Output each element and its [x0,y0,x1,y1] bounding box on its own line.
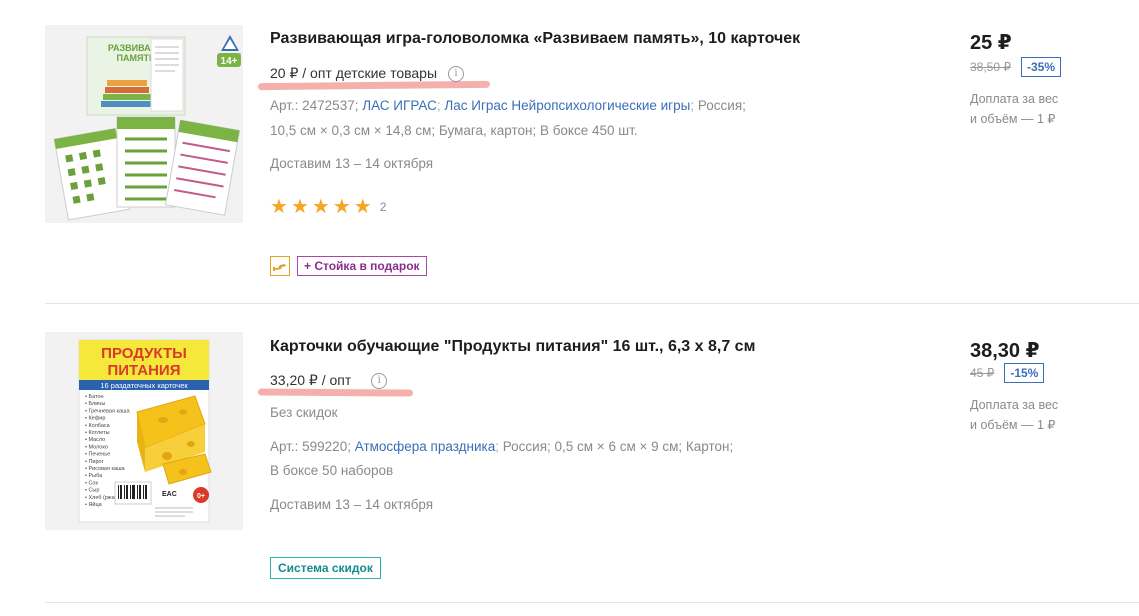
image-title-line2: ПАМЯТЬ [117,53,156,63]
discount-badge: -35% [1021,57,1062,77]
review-count: 2 [379,200,387,214]
surcharge-line2: и объём — 1 ₽ [970,418,1056,432]
divider [45,602,1139,603]
brand-link[interactable]: ЛАС ИГРАС [362,98,437,113]
product-specs: 10,5 см × 0,3 см × 14,8 см; Бумага, карт… [270,123,638,138]
image-list-item: • Пирог [85,459,104,465]
image-list-item: • Батон [85,394,104,400]
image-list-item: • Колбаса [85,423,111,429]
info-icon[interactable]: i [448,65,465,82]
discount-system-badge[interactable]: Система скидок [270,557,381,579]
wholesale-price-row: 33,20 ₽ / опт i [270,372,388,389]
wholesale-price: 33,20 ₽ / опт [270,372,352,388]
price: 38,30 ₽ [970,340,1040,362]
product-title-link[interactable]: Развивающая игра-головоломка «Развиваем … [270,30,800,48]
article-number: Арт.: 599220; [270,439,351,454]
gift-stand-badge[interactable]: + Стойка в подарок [297,256,427,276]
surcharge-note: Доплата за вес и объём — 1 ₽ [970,395,1058,435]
product-image-art: ПРОДУКТЫ ПИТАНИЯ 16 раздаточных карточек… [45,332,243,530]
image-list-item: • Кефир [85,416,105,422]
star-icon: ★ [311,196,330,218]
wholesale-price: 20 ₽ / опт детские товары [270,65,438,81]
product-card: ПРОДУКТЫ ПИТАНИЯ 16 раздаточных карточек… [0,305,1139,605]
divider [45,303,1139,304]
product-image-art: РАЗВИВАЕМ ПАМЯТЬ ЛАС ИГРАС 14+ [45,25,243,223]
delivery-date: Доставим 13 – 14 октября [270,497,434,512]
no-discount-label: Без скидок [270,405,338,420]
hand-icon [273,264,286,271]
product-specs: Россия; 0,5 см × 6 см × 9 см; Картон; [502,439,734,454]
price: 25 ₽ [970,32,1012,54]
surcharge-line2: и объём — 1 ₽ [970,112,1056,126]
star-icon: ★ [290,196,309,218]
wholesale-price-row: 20 ₽ / опт детские товары i [270,65,465,82]
image-list-item: • Рыба [85,473,103,479]
image-list-item: • Масло [85,437,105,443]
product-card: РАЗВИВАЕМ ПАМЯТЬ ЛАС ИГРАС 14+ [0,0,1139,304]
country: Россия; [697,98,746,113]
highlight-stroke [257,80,491,91]
image-title-line2: ПИТАНИЯ [107,362,180,379]
image-age-badge: 0+ [197,493,205,500]
product-meta-line: Арт.: 599220; Атмосфера праздника; Росси… [270,439,734,454]
image-list-item: • Блины [85,401,105,407]
star-icon: ★ [270,196,288,218]
old-price: 45 ₽ [970,366,995,380]
image-list-item: • Рисовая каша [85,466,125,472]
old-price-row: 38,50 ₽ -35% [970,57,1062,77]
surcharge-line1: Доплата за вес [970,92,1059,106]
image-age-badge: 14+ [221,56,238,67]
surcharge-line1: Доплата за вес [970,398,1059,412]
old-price-row: 45 ₽ -15% [970,363,1045,383]
promo-hand-icon[interactable] [270,256,290,276]
image-list-item: • Гречневая каша [85,408,130,414]
image-list-item: • Печенье [85,452,110,458]
product-image[interactable]: ПРОДУКТЫ ПИТАНИЯ 16 раздаточных карточек… [45,332,243,530]
product-meta-line: Арт.: 2472537; ЛАС ИГРАС; Лас Играс Нейр… [270,98,746,113]
box-quantity: В боксе 50 наборов [270,463,394,478]
article-number: Арт.: 2472537; [270,98,359,113]
image-list-item: • Сыр [85,488,99,494]
product-image[interactable]: РАЗВИВАЕМ ПАМЯТЬ ЛАС ИГРАС 14+ [45,25,243,223]
image-list-item: • Котлеты [85,430,110,436]
image-list-item: • Сок [85,480,98,486]
star-icon: ★ [353,196,372,218]
old-price: 38,50 ₽ [970,60,1011,74]
image-eac-mark: EAC [162,491,177,498]
image-title-line1: ПРОДУКТЫ [101,345,187,362]
surcharge-note: Доплата за вес и объём — 1 ₽ [970,89,1058,129]
image-list-item: • Молоко [85,444,108,450]
info-icon[interactable]: i [371,372,388,389]
delivery-date: Доставим 13 – 14 октября [270,156,434,171]
highlight-stroke [257,388,414,397]
discount-badge: -15% [1004,363,1045,383]
star-icon: ★ [332,196,351,218]
series-link[interactable]: Лас Играс Нейропсихологические игры [444,98,690,113]
product-title-link[interactable]: Карточки обучающие "Продукты питания" 16… [270,338,755,356]
brand-link[interactable]: Атмосфера праздника [355,439,495,454]
image-subtitle: 16 раздаточных карточек [100,381,188,390]
rating[interactable]: ★ ★ ★ ★ ★ 2 [270,197,386,217]
image-list-item: • Яйца [85,501,103,508]
